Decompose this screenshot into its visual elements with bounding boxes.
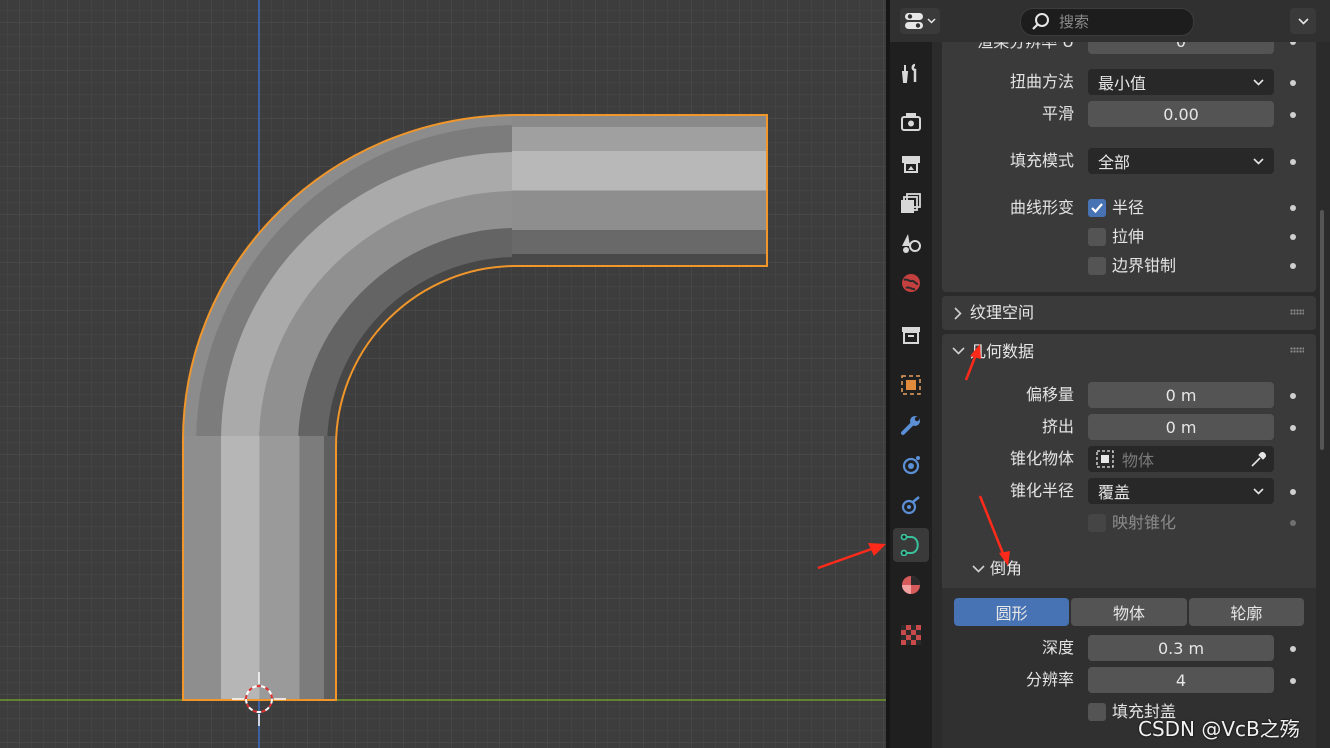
annotation-arrow-icon <box>978 495 1010 566</box>
properties-editor: 渲染分辨率 U 0 扭曲方法 最小值 平滑 0.00 填充模式 全部 曲线形变 … <box>890 0 1330 748</box>
annotation-arrows <box>964 344 1010 566</box>
watermark: CSDN @VcB之殇 <box>1138 717 1300 741</box>
curve-tube-object <box>182 114 768 701</box>
3d-viewport[interactable] <box>0 0 886 748</box>
annotation-arrow-icon <box>964 344 981 381</box>
annotation-arrow-icon <box>817 543 886 570</box>
